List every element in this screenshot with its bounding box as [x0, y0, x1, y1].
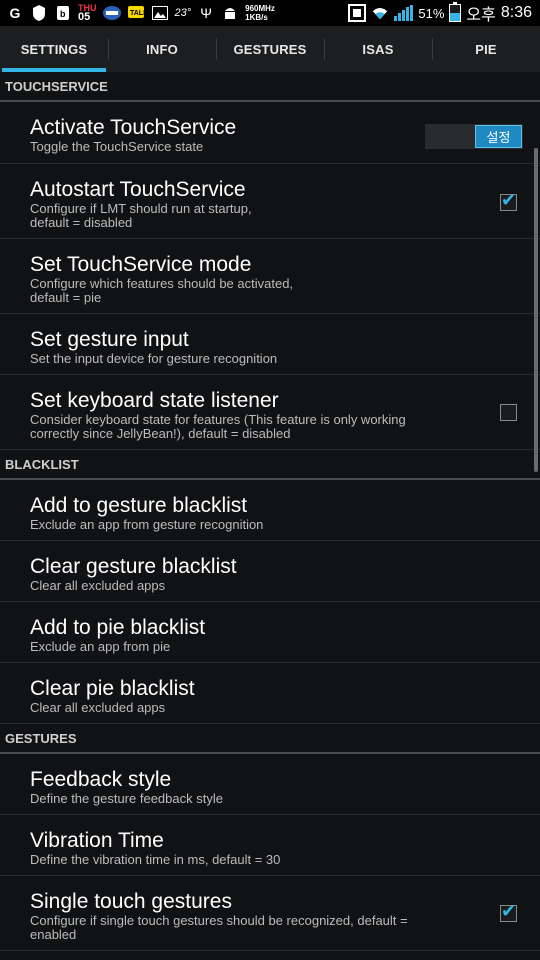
pref-vibration-time[interactable]: Vibration Time Define the vibration time…	[0, 815, 540, 876]
status-bar: G b THU 05 TALK 23° Ψ 960MHz 1KB/s	[0, 0, 540, 26]
tab-info[interactable]: INFO	[108, 26, 216, 72]
tab-isas[interactable]: ISAS	[324, 26, 432, 72]
pref-title: Autostart TouchService	[30, 178, 246, 201]
tab-gestures[interactable]: GESTURES	[216, 26, 324, 72]
app-g-icon: G	[9, 5, 21, 21]
pref-summary-line: Consider keyboard state for features (Th…	[30, 412, 406, 427]
image-icon	[151, 4, 169, 22]
pref-summary: Toggle the TouchService state	[30, 139, 204, 154]
pref-title: Vibration Time	[30, 829, 164, 852]
pref-title: Feedback style	[30, 768, 172, 791]
mail-icon	[102, 4, 121, 22]
weather-temperature: 23°	[174, 7, 192, 19]
cpu-speed-readout: 960MHz 1KB/s	[245, 4, 275, 22]
usb-icon: Ψ	[200, 5, 212, 21]
pref-title: Clear pie blacklist	[30, 677, 195, 700]
section-header-blacklist: BLACKLIST	[0, 450, 540, 480]
pref-title: Set keyboard state listener	[30, 389, 279, 412]
tab-bar: SETTINGS INFO GESTURES ISAS PIE	[0, 26, 540, 72]
pref-summary-line: default = disabled	[30, 215, 133, 230]
calendar-day: THU 05	[78, 3, 97, 23]
pref-title: Add to pie blacklist	[30, 616, 206, 639]
pref-summary: Clear all excluded apps	[30, 700, 166, 715]
autostart-checkbox[interactable]	[500, 190, 517, 211]
pref-summary-line: Configure if LMT should run at startup,	[30, 201, 252, 216]
touchservice-toggle-switch[interactable]: 설정	[425, 124, 523, 149]
section-header-touchservice: TOUCHSERVICE	[0, 72, 540, 102]
pref-autostart-touchservice[interactable]: Autostart TouchService Configure if LMT …	[0, 164, 540, 239]
wifi-icon	[371, 4, 389, 22]
pref-feedback-style[interactable]: Feedback style Define the gesture feedba…	[0, 754, 540, 815]
pref-summary-line: Configure which features should be activ…	[30, 276, 294, 291]
pref-title: Set TouchService mode	[30, 253, 252, 276]
pref-summary-line: correctly since JellyBean!), default = d…	[30, 426, 291, 441]
signal-strength-icon	[394, 5, 414, 21]
pref-add-gesture-blacklist[interactable]: Add to gesture blacklist Exclude an app …	[0, 480, 540, 541]
pref-single-touch-gestures[interactable]: Single touch gestures Configure if singl…	[0, 876, 540, 951]
pref-title: Activate TouchService	[30, 116, 237, 139]
pref-keyboard-state-listener[interactable]: Set keyboard state listener Consider key…	[0, 375, 540, 450]
pref-set-touchservice-mode[interactable]: Set TouchService mode Configure which fe…	[0, 239, 540, 314]
clock-ampm: 오후	[466, 7, 496, 24]
pref-add-pie-blacklist[interactable]: Add to pie blacklist Exclude an app from…	[0, 602, 540, 663]
tab-settings[interactable]: SETTINGS	[0, 26, 108, 72]
svg-text:TALK: TALK	[130, 10, 144, 17]
pref-title: Set gesture input	[30, 328, 189, 351]
clock-time: 8:36	[500, 4, 532, 21]
chat-icon: TALK	[127, 4, 145, 22]
document-icon: b	[54, 4, 72, 22]
battery-icon	[449, 2, 462, 22]
pref-summary-line: default = pie	[30, 290, 102, 305]
battery-percent: 51%	[418, 5, 445, 21]
android-icon	[221, 4, 239, 22]
pref-summary-line: Configure if single touch gestures shoul…	[30, 913, 408, 928]
pref-title: Clear gesture blacklist	[30, 555, 237, 578]
pref-set-gesture-input[interactable]: Set gesture input Set the input device f…	[0, 314, 540, 375]
scrollbar[interactable]	[534, 148, 538, 472]
section-header-gestures: GESTURES	[0, 724, 540, 754]
pref-summary-line: enabled	[30, 927, 77, 942]
preference-list[interactable]: TOUCHSERVICE Activate TouchService Toggl…	[0, 72, 540, 960]
pref-title: Add to gesture blacklist	[30, 494, 248, 517]
shield-icon	[30, 4, 48, 22]
pref-title: Single touch gestures	[30, 890, 232, 913]
pref-clear-pie-blacklist[interactable]: Clear pie blacklist Clear all excluded a…	[0, 663, 540, 724]
toggle-on-thumb: 설정	[475, 125, 522, 148]
pref-activate-touchservice[interactable]: Activate TouchService Toggle the TouchSe…	[0, 102, 540, 164]
nfc-icon	[348, 4, 367, 22]
svg-text:b: b	[60, 9, 66, 19]
pref-clear-gesture-blacklist[interactable]: Clear gesture blacklist Clear all exclud…	[0, 541, 540, 602]
keyboard-listener-checkbox[interactable]	[500, 404, 517, 421]
tab-pie[interactable]: PIE	[432, 26, 540, 72]
single-touch-checkbox[interactable]	[500, 901, 517, 922]
